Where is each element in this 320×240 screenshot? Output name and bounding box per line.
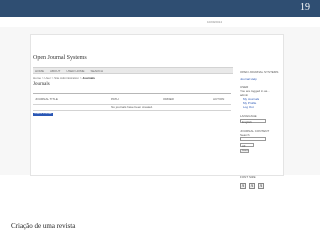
log-out-link[interactable]: Log Out	[243, 105, 254, 109]
journals-table-header: JOURNAL TITLE PATH ORDER ACTION	[33, 97, 231, 102]
search-input[interactable]	[240, 137, 266, 141]
nav-home[interactable]: HOME	[35, 69, 44, 73]
col-order: ORDER	[163, 97, 174, 101]
search-scope-select[interactable]: All	[240, 143, 254, 148]
font-large-icon[interactable]: A	[258, 183, 264, 189]
empty-table-message: No journals have been created.	[33, 104, 231, 111]
breadcrumb-current: Journals	[82, 76, 95, 80]
search-button-label: Search	[242, 150, 249, 152]
language-value: English	[242, 120, 252, 124]
page-title: Open Journal Systems	[33, 55, 87, 61]
nav-user-home[interactable]: USER HOME	[66, 69, 84, 73]
nav-about[interactable]: ABOUT	[50, 69, 60, 73]
slide-date: 10/09/2014	[207, 20, 223, 24]
breadcrumb-path[interactable]: Home > User > Site Administration >	[33, 76, 82, 80]
col-journal-title: JOURNAL TITLE	[35, 97, 58, 101]
col-action: ACTION	[213, 97, 225, 101]
journal-help-link[interactable]: Journal Help	[240, 77, 257, 81]
main-nav: HOME ABOUT USER HOME SEARCH	[33, 67, 233, 74]
nav-search[interactable]: SEARCH	[91, 69, 104, 73]
font-size-label: FONT SIZE	[240, 175, 256, 179]
slide-caption: Criação de uma revista	[11, 222, 76, 230]
sidebar-ojs-label: OPEN JOURNAL SYSTEMS	[240, 70, 279, 74]
col-path: PATH	[111, 97, 119, 101]
heading-divider	[33, 93, 231, 94]
font-size-controls: A A A	[240, 183, 264, 189]
language-select[interactable]: English	[240, 119, 266, 124]
slide-header-bar: 19	[0, 0, 320, 17]
breadcrumb: Home > User > Site Administration > Jour…	[33, 76, 95, 80]
create-journal-link[interactable]: CREATE JOURNAL	[33, 113, 53, 116]
journals-heading: Journals	[33, 82, 50, 87]
slide-number: 19	[300, 2, 310, 13]
search-button[interactable]: Search	[240, 149, 249, 153]
font-small-icon[interactable]: A	[240, 183, 246, 189]
font-medium-icon[interactable]: A	[249, 183, 255, 189]
language-label: LANGUAGE	[240, 114, 257, 118]
search-scope-value: All	[242, 144, 246, 148]
